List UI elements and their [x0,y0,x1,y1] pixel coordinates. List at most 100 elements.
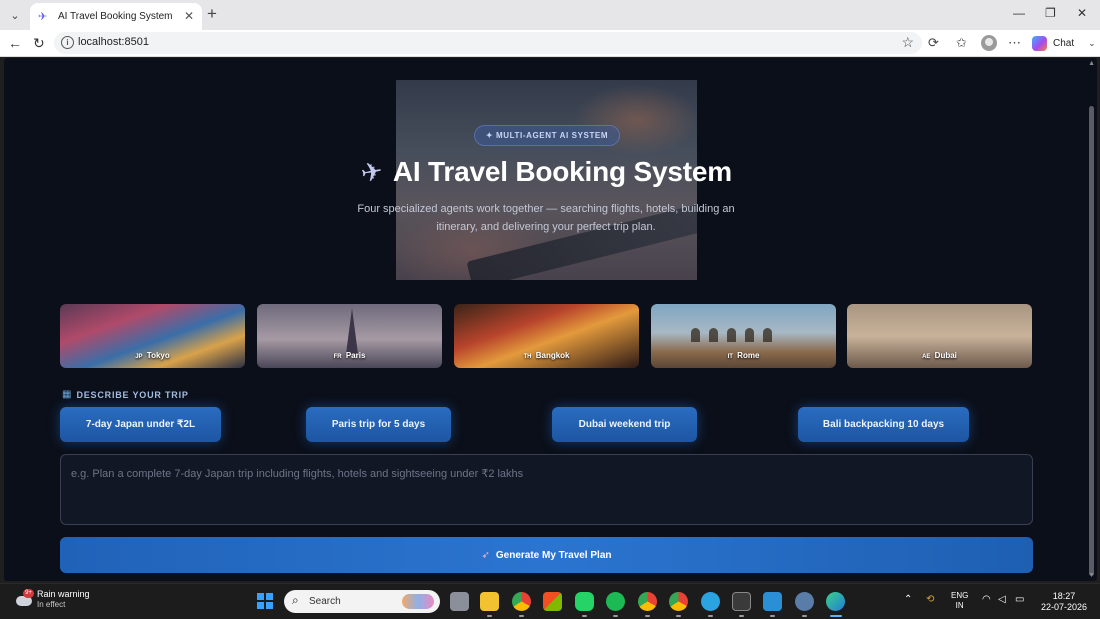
back-icon[interactable]: ← [8,34,22,52]
edge-icon[interactable] [826,592,845,611]
weather-widget[interactable]: 9+ Rain warning In effect [14,589,90,609]
close-window-icon[interactable]: ✕ [1077,5,1087,21]
postgresql-icon[interactable] [795,592,814,611]
tab-actions-menu-icon[interactable]: ⌄ [4,4,26,26]
scroll-up-arrow-icon[interactable]: ▲ [1088,60,1095,67]
trip-description-textarea[interactable]: e.g. Plan a complete 7-day Japan trip in… [60,454,1033,525]
destination-name: Paris [345,351,366,360]
colosseum-arch-graphic [727,328,736,342]
app-page: ✦ MULTI-AGENT AI SYSTEM ✈ AI Travel Book… [4,58,1097,581]
weather-subtitle: In effect [37,600,66,609]
destination-name: Tokyo [146,351,170,360]
chrome-icon[interactable] [512,592,531,611]
clock-date: 22-07-2026 [1040,602,1088,612]
generate-plan-button[interactable]: ➶ Generate My Travel Plan [60,537,1033,573]
generate-button-label: Generate My Travel Plan [495,549,612,561]
volume-icon[interactable]: ◁ [998,594,1006,605]
eiffel-tower-graphic [346,308,358,354]
whatsapp-icon[interactable] [575,592,594,611]
destination-card-tokyo[interactable]: JP Tokyo [60,304,245,368]
new-tab-icon[interactable]: + [207,5,217,23]
hero-subtitle: Four specialized agents work together — … [357,203,735,233]
vscode-icon[interactable] [763,592,782,611]
chevron-down-icon: ⌄ [1088,37,1096,48]
chrome-profile-2-icon[interactable] [669,592,688,611]
taskbar-search-box[interactable]: ⌕ Search [284,590,440,613]
tab-title: AI Travel Booking System [58,11,173,22]
destination-name: Rome [737,351,760,360]
file-explorer-icon[interactable] [480,592,499,611]
language-indicator[interactable]: ENG IN [951,591,968,611]
chat-label: Chat [1053,37,1075,49]
destination-label: AE Dubai [847,351,1032,360]
flag-code: FR [333,354,342,360]
page-title: AI Travel Booking System [392,156,732,187]
extensions-icon[interactable]: ⟳ [928,35,939,51]
maximize-icon[interactable]: ❐ [1045,5,1056,21]
copilot-chat-button[interactable]: Chat ⌄ [1032,34,1096,52]
task-view-icon[interactable] [450,592,469,611]
show-hidden-icons-chevron-icon[interactable]: ⌃ [904,594,912,605]
wifi-icon[interactable]: ◠ [982,594,991,605]
page-scrollbar[interactable] [1089,106,1094,576]
more-options-icon[interactable]: ⋯ [1008,35,1021,51]
running-indicator [519,615,524,617]
windows-start-icon[interactable] [257,593,273,609]
describe-label-text: DESCRIBE YOUR TRIP [76,389,189,400]
running-indicator [613,615,618,617]
destination-card-paris[interactable]: FR Paris [257,304,442,368]
describe-section-label: ▦ DESCRIBE YOUR TRIP [62,389,189,400]
address-bar: ← ↻ i localhost:8501 ☆ ⟳ ✩ ⋯ Chat ⌄ [0,30,1100,57]
reload-icon[interactable]: ↻ [33,34,45,52]
flag-code: AE [922,354,931,360]
destination-label: FR Paris [257,351,442,360]
destination-card-bangkok[interactable]: TH Bangkok [454,304,639,368]
terminal-icon[interactable] [732,592,751,611]
active-indicator [830,615,842,617]
flag-code: JP [135,354,143,360]
clock-time: 18:27 [1052,591,1076,601]
site-info-icon[interactable]: i [61,36,74,49]
browser-tab[interactable]: ✈ AI Travel Booking System ✕ [30,3,202,30]
destination-label: TH Bangkok [454,351,639,360]
microsoft-store-icon[interactable] [543,592,562,611]
battery-icon[interactable]: ▭ [1015,594,1024,605]
chip-label: 7-day Japan under ₹2L [85,419,196,430]
destination-name: Bangkok [535,351,570,360]
os-taskbar: 9+ Rain warning In effect ⌕ Search ⌃ ⟲ E… [0,583,1100,619]
running-indicator [582,615,587,617]
airplane-icon: ✈ [358,154,386,189]
running-indicator [770,615,775,617]
spotify-icon[interactable] [606,592,625,611]
running-indicator [739,615,744,617]
system-badge: ✦ MULTI-AGENT AI SYSTEM [474,125,620,146]
colosseum-arch-graphic [745,328,754,342]
destination-card-rome[interactable]: IT Rome [651,304,836,368]
telegram-icon[interactable] [701,592,720,611]
lang-code: ENG [951,591,969,600]
destination-card-dubai[interactable]: AE Dubai [847,304,1032,368]
scroll-down-arrow-icon[interactable]: ▼ [1088,572,1095,579]
running-indicator [676,615,681,617]
suggestion-chip-bali[interactable]: Bali backpacking 10 days [798,407,969,442]
suggestion-chip-japan[interactable]: 7-day Japan under ₹2L [60,407,221,442]
textarea-placeholder: e.g. Plan a complete 7-day Japan trip in… [71,468,524,480]
tab-close-icon[interactable]: ✕ [184,10,194,22]
suggestion-chip-paris[interactable]: Paris trip for 5 days [306,407,451,442]
chrome-profile-icon[interactable] [638,592,657,611]
favorite-star-icon[interactable]: ☆ [901,34,914,51]
update-status-icon[interactable]: ⟲ [926,594,934,605]
running-indicator [708,615,713,617]
favorites-icon[interactable]: ✩ [956,35,967,51]
colosseum-arch-graphic [763,328,772,342]
suggestion-chip-dubai[interactable]: Dubai weekend trip [552,407,697,442]
chip-label: Bali backpacking 10 days [822,419,945,430]
minimize-icon[interactable]: — [1013,5,1025,21]
url-omnibox[interactable]: i localhost:8501 ☆ [54,32,922,54]
destination-label: IT Rome [651,351,836,360]
flag-code: TH [523,354,532,360]
system-clock[interactable]: 18:27 22-07-2026 [1040,591,1088,613]
flag-code: IT [727,354,733,360]
running-indicator [802,615,807,617]
profile-avatar-icon[interactable] [981,35,997,51]
